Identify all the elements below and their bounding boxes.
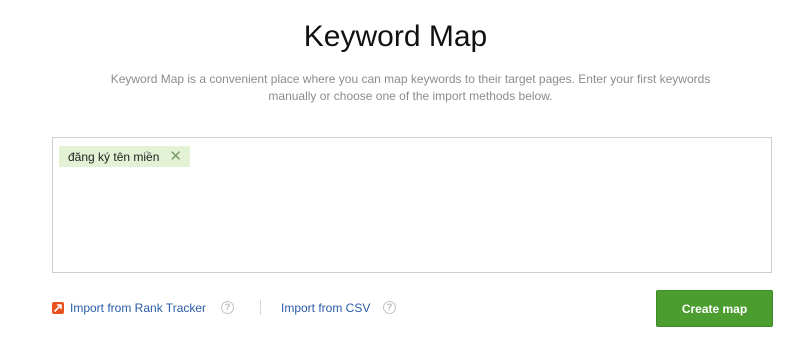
help-icon[interactable]: ? bbox=[221, 301, 234, 314]
rank-tracker-icon bbox=[52, 302, 64, 314]
import-rank-tracker-link[interactable]: Import from Rank Tracker bbox=[70, 301, 206, 315]
close-icon[interactable]: ✕ bbox=[169, 149, 182, 164]
page-description: Keyword Map is a convenient place where … bbox=[110, 72, 711, 103]
create-map-button[interactable]: Create map bbox=[656, 290, 773, 327]
keyword-tag: đăng ký tên miền ✕ bbox=[59, 146, 190, 167]
import-csv-link[interactable]: Import from CSV bbox=[281, 301, 370, 315]
page-title: Keyword Map bbox=[303, 20, 488, 53]
keyword-input-area[interactable]: đăng ký tên miền ✕ bbox=[52, 137, 772, 273]
keyword-tag-label: đăng ký tên miền bbox=[68, 149, 160, 164]
help-icon[interactable]: ? bbox=[383, 301, 396, 314]
divider bbox=[260, 300, 261, 315]
